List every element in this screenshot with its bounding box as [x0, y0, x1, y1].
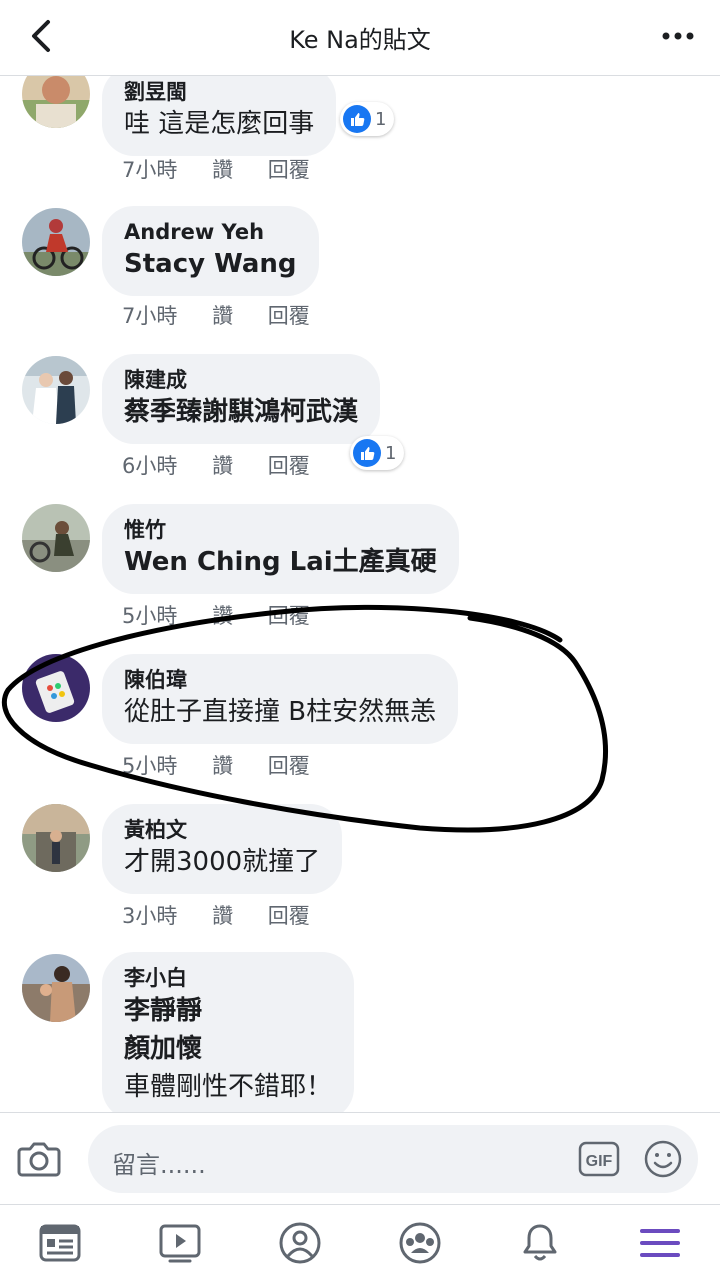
tagged-users[interactable]: 蔡季臻謝騏鴻柯武漢: [124, 394, 358, 430]
comment-time: 3小時: [122, 904, 178, 928]
reply-button[interactable]: 回覆: [268, 154, 310, 184]
comment-time: 5小時: [122, 604, 178, 628]
like-button[interactable]: 讚: [212, 900, 233, 930]
comment-bubble[interactable]: Andrew Yeh Stacy Wang: [102, 206, 319, 296]
reply-button[interactable]: 回覆: [268, 600, 310, 630]
reply-button[interactable]: 回覆: [268, 750, 310, 780]
comment-time: 5小時: [122, 754, 178, 778]
comment-author[interactable]: 黃柏文: [124, 816, 320, 844]
comment-text: 車體剛性不錯耶！: [124, 1072, 333, 1102]
reaction-count: 1: [385, 442, 397, 464]
notifications-bell-icon[interactable]: [518, 1221, 562, 1265]
comment-time: 7小時: [122, 304, 178, 328]
comment-input[interactable]: 留言...... GIF: [88, 1125, 698, 1193]
tagged-user[interactable]: Stacy Wang: [124, 246, 297, 282]
tagged-user[interactable]: 李靜靜: [124, 992, 332, 1030]
camera-icon[interactable]: [16, 1135, 62, 1181]
reply-button[interactable]: 回覆: [268, 900, 310, 930]
comment-text: 哇 這是怎麼回事: [124, 109, 315, 139]
comment-text: Wen Ching Lai土產真硬: [124, 547, 437, 577]
avatar[interactable]: [22, 356, 90, 424]
reaction-count: 1: [375, 108, 387, 130]
comment-meta: 6小時 讚 回覆: [122, 450, 338, 480]
more-options-icon[interactable]: [658, 20, 698, 52]
profile-icon[interactable]: [278, 1221, 322, 1265]
thumbs-up-icon: [353, 439, 381, 467]
comment-author[interactable]: 劉昱閩: [124, 78, 314, 106]
comment-bubble[interactable]: 李小白 李靜靜 顏加懷 車體剛性不錯耶！: [102, 952, 355, 1112]
comment-meta: 3小時 讚 回覆: [122, 900, 338, 930]
comment-author[interactable]: 惟竹: [124, 516, 437, 544]
reply-button[interactable]: 回覆: [268, 450, 310, 480]
comment-author[interactable]: 陳伯瑋: [124, 666, 436, 694]
avatar[interactable]: [22, 208, 90, 276]
top-bar: Ke Na的貼文: [0, 0, 720, 76]
comment-list[interactable]: 劉昱閩 哇 這是怎麼回事 1 7小時 讚 回覆 Andrew Yeh Stacy…: [0, 76, 720, 1112]
comment-meta: 7小時 讚 回覆: [122, 154, 338, 184]
like-button[interactable]: 讚: [212, 450, 233, 480]
comment-input-placeholder: 留言......: [112, 1151, 206, 1179]
gif-label: GIF: [586, 1153, 613, 1170]
reply-button[interactable]: 回覆: [268, 300, 310, 330]
comment-time: 7小時: [122, 158, 178, 182]
comment-meta: 7小時 讚 回覆: [122, 300, 338, 330]
reaction-badge[interactable]: 1: [350, 436, 405, 470]
like-button[interactable]: 讚: [212, 600, 233, 630]
comment-author[interactable]: 陳建成: [124, 366, 358, 394]
comment-text: 從肚子直接撞 B柱安然無恙: [124, 697, 437, 727]
comment-bubble[interactable]: 黃柏文 才開3000就撞了: [102, 804, 343, 894]
comment-bubble[interactable]: 陳伯瑋 從肚子直接撞 B柱安然無恙: [102, 654, 459, 744]
menu-icon[interactable]: [638, 1221, 682, 1265]
comment-meta: 5小時 讚 回覆: [122, 750, 338, 780]
comment-bubble[interactable]: 惟竹 Wen Ching Lai土產真硬: [102, 504, 459, 594]
comment-bubble[interactable]: 劉昱閩 哇 這是怎麼回事: [102, 76, 337, 156]
emoji-icon[interactable]: [643, 1139, 683, 1179]
like-button[interactable]: 讚: [212, 750, 233, 780]
comment-composer: 留言...... GIF: [0, 1112, 720, 1204]
thumbs-up-icon: [343, 105, 371, 133]
comment-author[interactable]: 李小白: [124, 964, 332, 992]
comment-text: 才開3000就撞了: [124, 847, 321, 877]
comment-author[interactable]: Andrew Yeh: [124, 218, 297, 246]
groups-icon[interactable]: [398, 1221, 442, 1265]
comment-time: 6小時: [122, 454, 178, 478]
gif-button[interactable]: GIF: [578, 1141, 620, 1177]
like-button[interactable]: 讚: [212, 300, 233, 330]
like-button[interactable]: 讚: [212, 154, 233, 184]
avatar[interactable]: [22, 504, 90, 572]
avatar[interactable]: [22, 954, 90, 1022]
page-title: Ke Na的貼文: [289, 26, 431, 54]
reaction-badge[interactable]: 1: [340, 102, 395, 136]
video-icon[interactable]: [158, 1221, 202, 1265]
comment-bubble[interactable]: 陳建成 蔡季臻謝騏鴻柯武漢: [102, 354, 381, 444]
avatar[interactable]: [22, 804, 90, 872]
tagged-user[interactable]: 顏加懷: [124, 1030, 332, 1068]
bottom-nav: [0, 1204, 720, 1280]
avatar[interactable]: [22, 654, 90, 722]
avatar[interactable]: [22, 76, 90, 128]
comment-meta: 5小時 讚 回覆: [122, 600, 338, 630]
news-feed-icon[interactable]: [38, 1221, 82, 1265]
